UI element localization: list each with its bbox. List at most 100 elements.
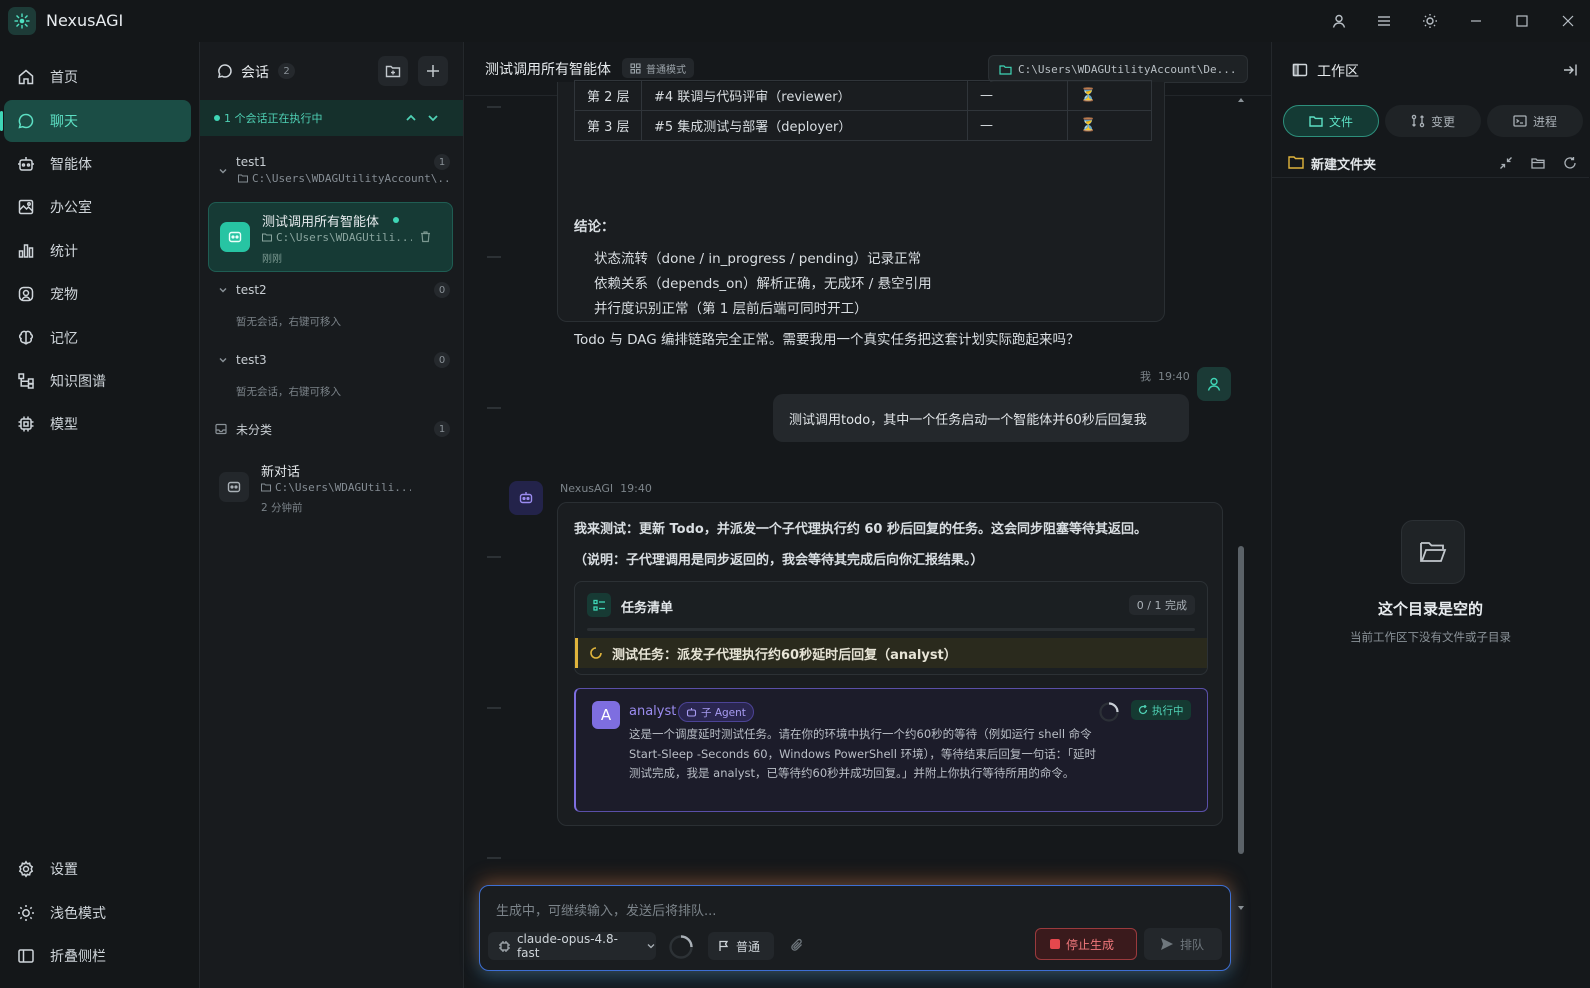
chevron-down-icon [218,285,228,295]
table-cell: 第 3 层 [574,110,642,141]
minimize-icon[interactable] [1465,10,1487,32]
todo-item[interactable]: 测试任务：派发子代理执行约60秒延时后回复（analyst） [575,638,1207,668]
folder-row[interactable]: 新建文件夹 [1272,146,1589,178]
table-cell: — [967,110,1068,141]
stop-generation-button[interactable]: 停止生成 [1035,928,1137,960]
grid-icon [630,62,641,74]
running-dot [393,217,399,223]
nav-label: 聊天 [50,114,78,130]
user-icon [1207,377,1221,391]
timeline-mark [487,407,501,409]
list-icon [587,593,611,617]
session-group-test2[interactable]: test2 0 [214,280,450,300]
empty-state-subtitle: 当前工作区下没有文件或子目录 [1350,630,1511,644]
robot-icon [519,492,533,504]
user-message-bubble: 测试调用todo，其中一个任务启动一个智能体并60秒后回复我 [773,394,1189,442]
group-name: 未分类 [236,422,273,437]
conclusion-item: 并行度识别正常（第 1 层前后端可同时开工） [594,301,868,317]
folder-icon [238,173,248,183]
group-count: 1 [434,154,450,170]
user-icon[interactable] [1328,10,1350,32]
brain-icon [16,328,36,348]
nav-label: 办公室 [50,200,92,216]
nav-item-stats[interactable]: 统计 [4,230,191,272]
group-count: 1 [434,421,450,437]
conclusion-item: 依赖关系（depends_on）解析正确，无成环 / 悬空引用 [594,276,932,292]
nav-item-collapse-sidebar[interactable]: 折叠侧栏 [4,935,191,977]
sun-icon[interactable] [1419,10,1441,32]
refresh-icon[interactable] [1563,156,1577,170]
mode-tag: 普通模式 [622,58,694,78]
table-cell: #5 集成测试与部署（deployer） [641,110,968,141]
session-item[interactable]: 新对话 C:\Users\WDAGUtili... 2 分钟前 [208,452,453,522]
collapse-panel-icon[interactable] [1562,62,1578,78]
menu-icon[interactable] [1373,10,1395,32]
nav-item-knowledge-graph[interactable]: 知识图谱 [4,360,191,402]
queue-send-button[interactable]: 排队 [1144,928,1222,960]
table-cell: ⏳ [1067,80,1152,111]
session-group-test3[interactable]: test3 0 [214,350,450,370]
session-group-uncategorized[interactable]: 未分类 1 [214,419,450,439]
message-input-box[interactable]: 生成中，可继续输入，发送后将排队... claude-opus-4.8-fast… [479,885,1231,971]
agent-name: analyst [629,704,677,719]
bar-chart-icon [16,241,36,261]
session-item-time: 刚刚 [262,254,282,265]
trash-icon[interactable] [419,230,432,243]
chevron-down-icon[interactable] [427,112,439,124]
maximize-icon[interactable] [1511,10,1533,32]
chevron-down-icon [218,166,228,176]
tab-changes[interactable]: 变更 [1385,105,1481,137]
agent-tag: 子 Agent [678,702,754,722]
table-row: 第 2 层 #4 联调与代码评审（reviewer） — ⏳ [574,80,1152,111]
agent-status-badge: 执行中 [1131,700,1191,720]
table-cell: 第 2 层 [574,80,642,111]
chat-scrollbar[interactable] [1237,96,1245,912]
workspace-path-chip[interactable]: C:\Users\WDAGUtilityAccount\De... [988,55,1248,83]
nav-item-light-mode[interactable]: 浅色模式 [4,892,191,934]
sub-agent-card[interactable]: A analyst 子 Agent 执行中 这是一个调度延时测试任务。请在你的环… [574,688,1208,812]
nav-item-memory[interactable]: 记忆 [4,317,191,359]
nav-item-home[interactable]: 首页 [4,56,191,98]
tab-processes[interactable]: 进程 [1487,105,1583,137]
nav-label: 记忆 [50,331,78,347]
nav-item-settings[interactable]: 设置 [4,848,191,890]
new-session-button[interactable] [418,56,448,86]
session-item-active[interactable]: 测试调用所有智能体 C:\Users\WDAGUtili... 刚刚 [208,202,453,272]
open-folder-icon[interactable] [1531,156,1545,170]
folder-icon [1309,116,1323,127]
message-input-placeholder[interactable]: 生成中，可继续输入，发送后将排队... [496,900,716,919]
group-empty-hint: 暂无会话，右键可移入 [236,386,341,398]
title-bar: NexusAGI [0,0,1590,42]
paperclip-icon[interactable] [790,938,804,952]
group-count: 0 [434,352,450,368]
nav-item-agents[interactable]: 智能体 [4,143,191,185]
timeline-mark [487,707,501,709]
running-sessions-bar[interactable]: 1 个会话正在执行中 [200,100,463,136]
nav-item-models[interactable]: 模型 [4,403,191,445]
sidebar-icon [16,946,36,966]
tab-files[interactable]: 文件 [1283,105,1379,137]
git-compare-icon [1411,114,1425,128]
nav-item-office[interactable]: 办公室 [4,186,191,228]
model-select[interactable]: claude-opus-4.8-fast [488,932,656,960]
plus-icon [427,65,439,77]
sun-icon [16,903,36,923]
nav-label: 智能体 [50,157,92,173]
nav-item-chat[interactable]: 聊天 [0,100,191,142]
close-icon[interactable] [1557,10,1579,32]
new-folder-button[interactable] [378,56,408,86]
session-title: 会话 [241,65,269,81]
chevron-up-icon[interactable] [405,112,417,124]
home-icon [16,67,36,87]
nav-item-pet[interactable]: 宠物 [4,273,191,315]
session-group-test1[interactable]: test1 1 [214,152,450,174]
bot-meta: NexusAGI 19:40 [560,482,652,495]
robot-icon [686,707,697,717]
collapse-all-icon[interactable] [1499,156,1513,170]
timeline-mark [487,106,501,108]
chip-icon [16,414,36,434]
table-cell: — [967,80,1068,111]
group-count: 0 [434,282,450,298]
mode-toggle-button[interactable]: 普通 [708,932,774,960]
group-empty-hint: 暂无会话，右键可移入 [236,316,341,328]
